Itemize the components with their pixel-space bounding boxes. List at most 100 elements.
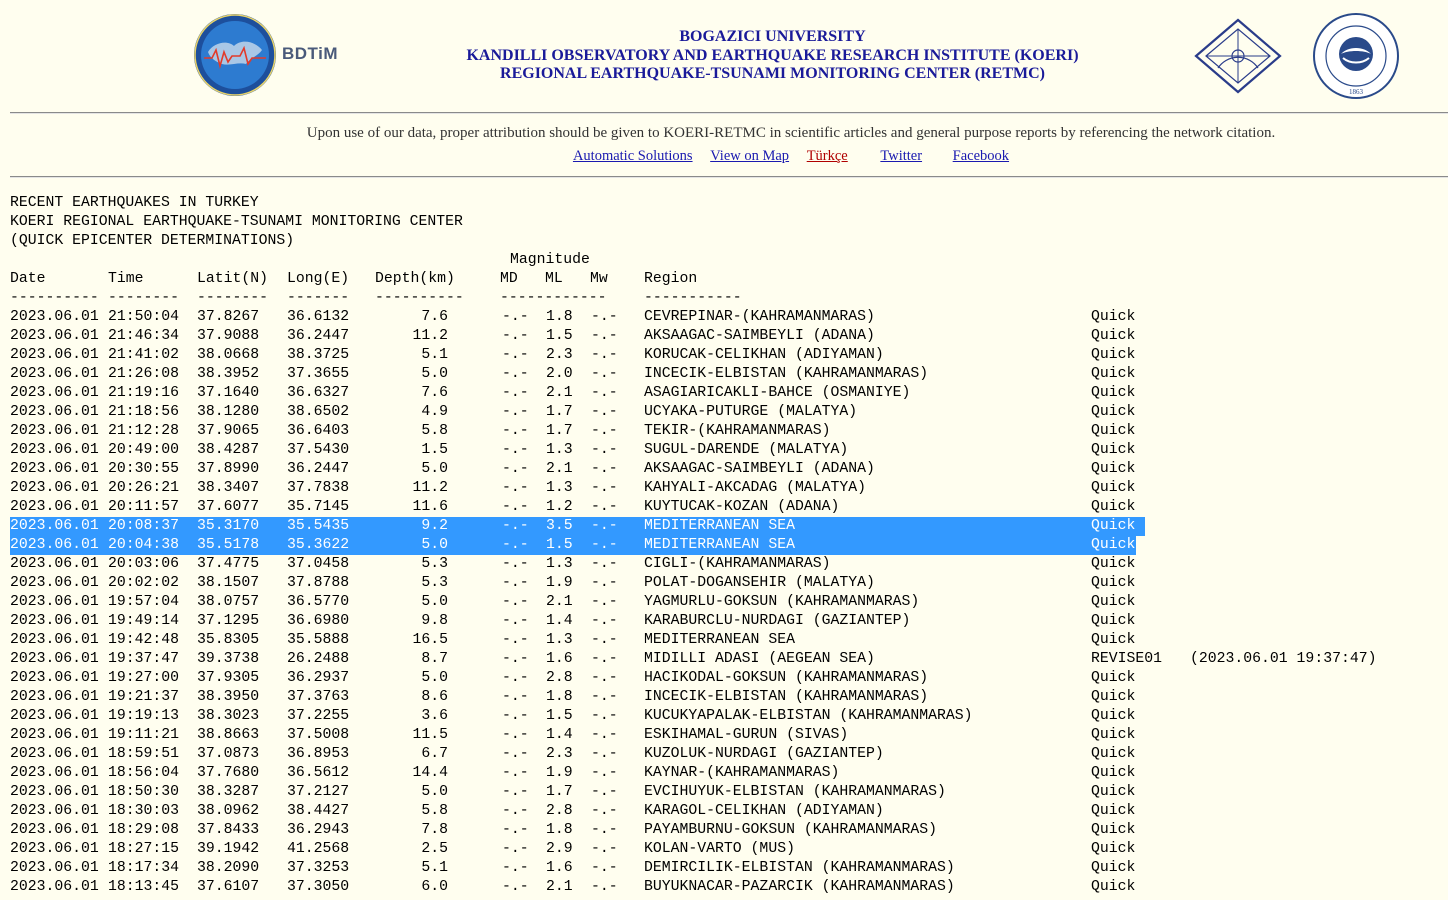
table-row[interactable]: 2023.06.01 19:19:13 38.3023 37.2255 3.6 -.- 1.… — [10, 707, 1448, 726]
cell-mw: -.- — [591, 594, 618, 610]
cell-ml: 1.6 — [546, 651, 573, 667]
table-row[interactable]: 2023.06.01 20:11:57 37.6077 35.7145 11.6 -.- 1… — [10, 498, 1448, 517]
sep-latitude: -------- — [197, 290, 269, 306]
table-row[interactable]: 2023.06.01 18:13:45 37.6107 37.3050 6.0 -.- 2.… — [10, 878, 1448, 897]
table-row[interactable]: 2023.06.01 20:02:02 38.1507 37.8788 5.3 -.- 1.… — [10, 574, 1448, 593]
cell-region: KUCUKYAPALAK-ELBISTAN (KAHRAMANMARAS) — [644, 708, 973, 724]
table-row[interactable]: 2023.06.01 18:17:34 38.2090 37.3253 5.1 -.- 1.… — [10, 859, 1448, 878]
cell-latitude: 38.3287 — [197, 784, 260, 800]
cell-mw: -.- — [591, 461, 618, 477]
table-row[interactable]: 2023.06.01 21:12:28 37.9065 36.6403 5.8 -.- 1.… — [10, 422, 1448, 441]
table-row[interactable]: 2023.06.01 21:18:56 38.1280 38.6502 4.9 -.- 1.… — [10, 403, 1448, 422]
table-row[interactable]: 2023.06.01 18:29:08 37.8433 36.2943 7.8 -.- 1.… — [10, 821, 1448, 840]
col-mw: Mw — [590, 271, 608, 287]
cell-ml: 3.5 — [546, 518, 573, 534]
cell-time: 18:59:51 — [108, 746, 180, 762]
sep-magnitude: ------------ — [500, 290, 607, 306]
cell-region: UCYAKA-PUTURGE (MALATYA) — [644, 404, 858, 420]
table-row[interactable]: 2023.06.01 21:50:04 37.8267 36.6132 7.6 -.- 1.… — [10, 308, 1448, 327]
table-row[interactable]: 2023.06.01 20:30:55 37.8990 36.2447 5.0 -.- 2.… — [10, 460, 1448, 479]
cell-mw: -.- — [591, 879, 618, 895]
cell-depth: 7.6 — [421, 385, 448, 401]
table-row[interactable]: 2023.06.01 21:46:34 37.9088 36.2447 11.2 -.- 1… — [10, 327, 1448, 346]
table-row[interactable]: 2023.06.01 18:56:04 37.7680 36.5612 14.4 -.- 1… — [10, 764, 1448, 783]
table-row[interactable]: 2023.06.01 19:11:21 38.8663 37.5008 11.5 -.- 1… — [10, 726, 1448, 745]
bdtim-logo[interactable] — [190, 12, 280, 98]
cell-mw: -.- — [591, 632, 618, 648]
cell-solution-type: Quick — [1091, 480, 1136, 496]
link-facebook[interactable]: Facebook — [953, 148, 1009, 164]
table-row[interactable]: 2023.06.01 19:42:48 35.8305 35.5888 16.5 -.- 1… — [10, 631, 1448, 650]
cell-date: 2023.06.01 — [10, 765, 99, 781]
cell-md: -.- — [502, 632, 529, 648]
cell-time: 19:42:48 — [108, 632, 180, 648]
table-row[interactable]: 2023.06.01 20:49:00 38.4287 37.5430 1.5 -.- 1.… — [10, 441, 1448, 460]
table-row[interactable]: 2023.06.01 20:03:06 37.4775 37.0458 5.3 -.- 1.… — [10, 555, 1448, 574]
table-row[interactable]: 2023.06.01 18:27:15 39.1942 41.2568 2.5 -.- 2.… — [10, 840, 1448, 859]
cell-mw: -.- — [591, 746, 618, 762]
cell-mw: -.- — [591, 727, 618, 743]
cell-ml: 2.9 — [546, 841, 573, 857]
cell-time: 18:30:03 — [108, 803, 180, 819]
cell-md: -.- — [502, 575, 529, 591]
link-twitter[interactable]: Twitter — [880, 148, 922, 164]
cell-latitude: 38.0962 — [197, 803, 260, 819]
table-row[interactable]: 2023.06.01 21:41:02 38.0668 38.3725 5.1 -.- 2.… — [10, 346, 1448, 365]
table-row[interactable]: 2023.06.01 19:21:37 38.3950 37.3763 8.6 -.- 1.… — [10, 688, 1448, 707]
cell-solution-type: Quick — [1091, 461, 1136, 477]
cell-region: POLAT-DOGANSEHIR (MALATYA) — [644, 575, 875, 591]
cell-mw: -.- — [591, 689, 618, 705]
cell-mw: -.- — [591, 385, 618, 401]
koeri-logo[interactable] — [1192, 16, 1284, 96]
link-view-on-map[interactable]: View on Map — [710, 148, 789, 164]
magnitude-label: Magnitude — [510, 252, 590, 268]
cell-date: 2023.06.01 — [10, 879, 99, 895]
table-row[interactable]: 2023.06.01 18:59:51 37.0873 36.8953 6.7 -.- 2.… — [10, 745, 1448, 764]
cell-longitude: 37.3050 — [287, 879, 350, 895]
table-row[interactable]: 2023.06.01 20:26:21 38.3407 37.7838 11.2 -.- 1… — [10, 479, 1448, 498]
listing-note: (QUICK EPICENTER DETERMINATIONS) — [10, 233, 295, 249]
cell-ml: 1.3 — [546, 556, 573, 572]
cell-mw: -.- — [591, 366, 618, 382]
table-row[interactable]: 2023.06.01 19:37:47 39.3738 26.2488 8.7 -.- 1.… — [10, 650, 1448, 669]
table-row[interactable]: 2023.06.01 18:30:03 38.0962 38.4427 5.8 -.- 2.… — [10, 802, 1448, 821]
table-row[interactable]: 2023.06.01 19:49:14 37.1295 36.6980 9.8 -.- 1.… — [10, 612, 1448, 631]
cell-md: -.- — [502, 727, 529, 743]
cell-time: 19:49:14 — [108, 613, 180, 629]
cell-region: KARABURCLU-NURDAGI (GAZIANTEP) — [644, 613, 911, 629]
table-row[interactable]: 2023.06.01 18:50:30 38.3287 37.2127 5.0 -.- 1.… — [10, 783, 1448, 802]
cell-date: 2023.06.01 — [10, 651, 99, 667]
cell-md: -.- — [502, 689, 529, 705]
cell-ml: 2.1 — [546, 594, 573, 610]
cell-ml: 1.3 — [546, 480, 573, 496]
cell-ml: 1.4 — [546, 613, 573, 629]
table-row[interactable]: 2023.06.01 19:27:00 37.9305 36.2937 5.0 -.- 2.… — [10, 669, 1448, 688]
cell-date: 2023.06.01 — [10, 708, 99, 724]
cell-region: EVCIHUYUK-ELBISTAN (KAHRAMANMARAS) — [644, 784, 946, 800]
cell-latitude: 37.0873 — [197, 746, 260, 762]
cell-time: 19:19:13 — [108, 708, 180, 724]
cell-latitude: 37.4775 — [197, 556, 260, 572]
sep-time: -------- — [108, 290, 180, 306]
table-row[interactable]: 2023.06.01 21:19:16 37.1640 36.6327 7.6 -.- 2.… — [10, 384, 1448, 403]
cell-latitude: 35.5178 — [197, 537, 260, 553]
cell-latitude: 37.1295 — [197, 613, 260, 629]
cell-solution-type: Quick — [1091, 328, 1136, 344]
cell-md: -.- — [502, 518, 529, 534]
cell-longitude: 41.2568 — [287, 841, 350, 857]
cell-depth: 1.5 — [421, 442, 448, 458]
bogazici-university-seal[interactable]: 1863 — [1310, 12, 1402, 100]
nav-links: Automatic Solutions View on Map Türkçe T… — [0, 148, 1448, 165]
link-turkce[interactable]: Türkçe — [807, 148, 848, 164]
cell-longitude: 36.6327 — [287, 385, 350, 401]
table-row[interactable]: 2023.06.01 21:26:08 38.3952 37.3655 5.0 -.- 2.… — [10, 365, 1448, 384]
cell-longitude: 36.6403 — [287, 423, 350, 439]
table-row[interactable]: 2023.06.01 20:04:38 35.5178 35.3622 5.0 -.- 1.… — [10, 536, 1136, 555]
cell-region: KARAGOL-CELIKHAN (ADIYAMAN) — [644, 803, 884, 819]
cell-region: INCECIK-ELBISTAN (KAHRAMANMARAS) — [644, 689, 929, 705]
table-row[interactable]: 2023.06.01 20:08:37 35.3170 35.5435 9.2 -.- 3.… — [10, 517, 1145, 536]
link-automatic-solutions[interactable]: Automatic Solutions — [573, 148, 693, 164]
cell-depth: 5.0 — [421, 670, 448, 686]
listing-subheading: KOERI REGIONAL EARTHQUAKE-TSUNAMI MONITO… — [10, 214, 463, 230]
table-row[interactable]: 2023.06.01 19:57:04 38.0757 36.5770 5.0 -.- 2.… — [10, 593, 1448, 612]
